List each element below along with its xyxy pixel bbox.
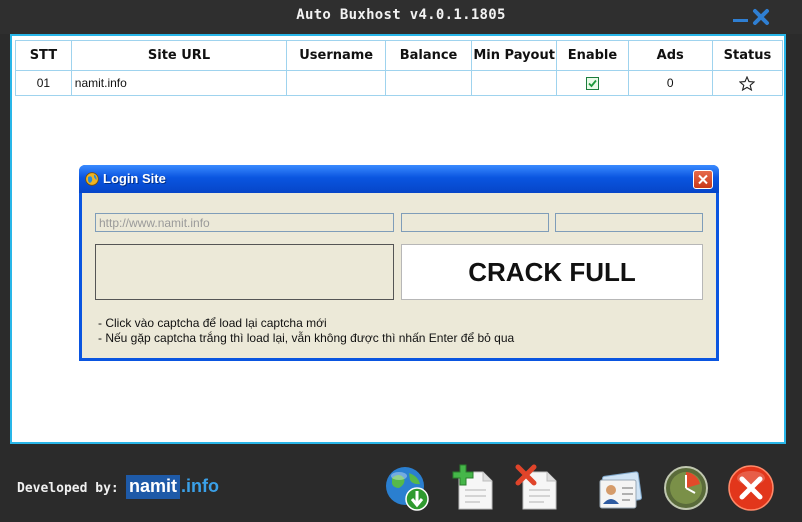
hint-text-2: - Nếu gặp captcha trắng thì load lại, vẫ…	[98, 331, 515, 345]
row-balance	[385, 70, 472, 96]
brand-logo[interactable]: namit .info	[126, 475, 219, 499]
sites-table: STT Site URL Username Balance Min Payout…	[15, 40, 784, 96]
row-status-cell	[711, 70, 784, 96]
dialog-title-bar: Login Site	[79, 165, 719, 193]
enable-checkbox[interactable]	[585, 77, 599, 91]
col-min-payout[interactable]: Min Payout	[470, 40, 558, 71]
row-min-payout	[470, 70, 558, 96]
username-input[interactable]	[401, 213, 549, 232]
col-status[interactable]: Status	[711, 40, 784, 71]
dialog-close-icon[interactable]	[693, 170, 713, 189]
minimize-icon[interactable]	[733, 8, 748, 24]
hint-text-1: - Click vào captcha để load lại captcha …	[98, 316, 327, 330]
password-input[interactable]	[555, 213, 703, 232]
col-stt[interactable]: STT	[15, 40, 72, 71]
brand-domain: .info	[181, 476, 220, 496]
app-title: Auto Buxhost v4.0.1.1805	[296, 7, 506, 23]
col-balance[interactable]: Balance	[385, 40, 472, 71]
row-username	[286, 70, 387, 96]
add-document-icon[interactable]	[450, 464, 498, 512]
close-icon[interactable]	[752, 8, 770, 26]
title-bar: Auto Buxhost v4.0.1.1805	[0, 0, 802, 34]
developed-by-label: Developed by:	[17, 481, 119, 496]
brand-name: namit	[126, 475, 181, 499]
col-username[interactable]: Username	[286, 40, 387, 71]
footer-toolbar: Developed by: namit .info	[0, 452, 802, 522]
star-outline-icon[interactable]	[739, 75, 756, 91]
row-enable-cell	[556, 70, 629, 96]
globe-download-icon[interactable]	[382, 464, 430, 512]
col-enable[interactable]: Enable	[556, 40, 629, 71]
dialog-body: CRACK FULL - Click vào captcha để load l…	[82, 193, 716, 358]
table-header-row: STT Site URL Username Balance Min Payout…	[15, 40, 784, 71]
table-row[interactable]: 01 namit.info 0	[15, 70, 784, 96]
row-site-url: namit.info	[70, 70, 288, 96]
captcha-image[interactable]	[95, 244, 394, 300]
clock-icon[interactable]	[662, 464, 710, 512]
row-stt: 01	[15, 70, 72, 96]
login-site-dialog: Login Site CRACK FULL - Click vào captch…	[79, 165, 719, 361]
exit-icon[interactable]	[727, 464, 775, 512]
captcha-answer[interactable]: CRACK FULL	[401, 244, 703, 300]
col-site-url[interactable]: Site URL	[70, 40, 288, 71]
globe-icon	[85, 172, 99, 186]
delete-document-icon[interactable]	[514, 464, 562, 512]
row-ads: 0	[627, 70, 713, 96]
col-ads[interactable]: Ads	[627, 40, 713, 71]
dialog-title: Login Site	[103, 171, 166, 186]
contact-card-icon[interactable]	[596, 464, 644, 512]
site-url-input[interactable]	[95, 213, 394, 232]
